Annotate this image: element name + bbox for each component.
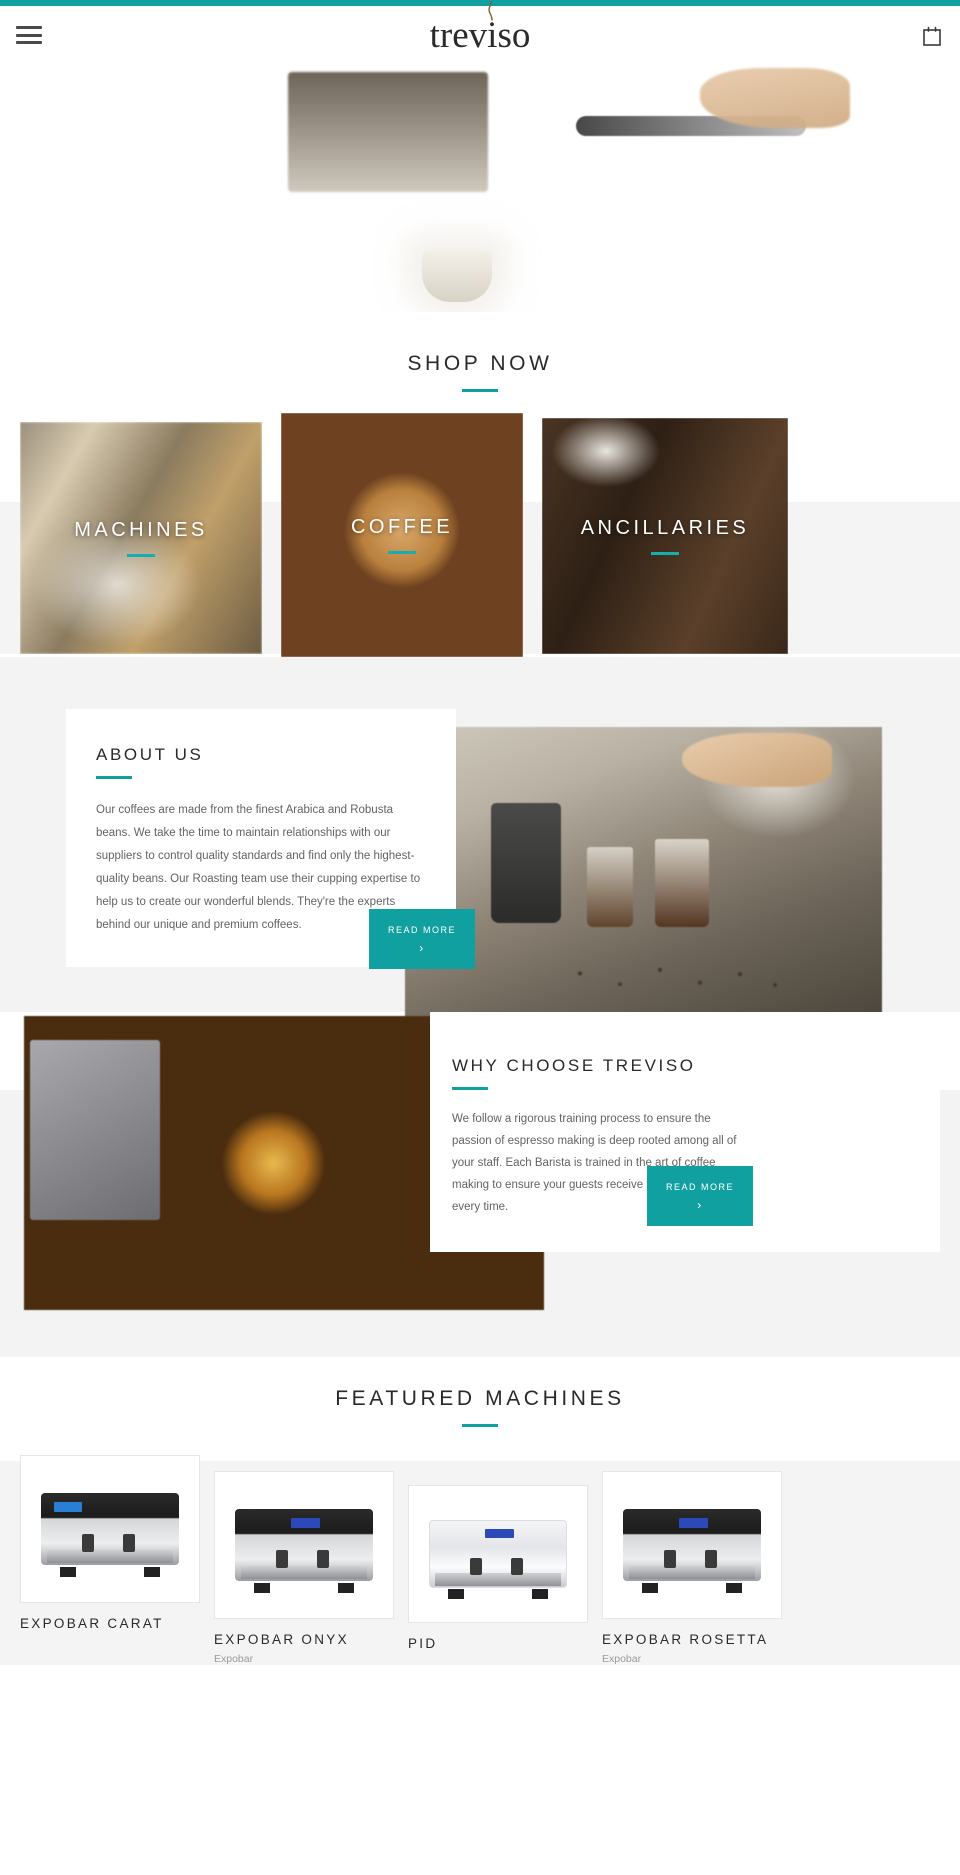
why-choose-section: WHY CHOOSE TREVISO We follow a rigorous … <box>0 1012 960 1357</box>
machine-display <box>485 1528 514 1539</box>
hero-machine-shape <box>288 72 488 192</box>
machine-drip-tray <box>435 1573 561 1586</box>
tile-rule <box>127 554 155 557</box>
machine-leg <box>532 1589 549 1599</box>
product-card-onyx[interactable]: EXPOBAR ONYX Expobar <box>214 1471 394 1665</box>
product-image <box>602 1471 782 1619</box>
tile-label-text: MACHINES <box>74 519 208 541</box>
tile-label-text: ANCILLARIES <box>580 517 750 539</box>
machine-display <box>291 1517 320 1528</box>
about-heading: ABOUT US <box>96 745 204 764</box>
product-image <box>20 1455 200 1603</box>
category-tile-machines[interactable]: MACHINES <box>20 422 262 654</box>
steam-swirl-icon <box>488 0 493 21</box>
product-title: EXPOBAR ONYX <box>214 1632 349 1647</box>
why-heading: WHY CHOOSE TREVISO <box>452 1056 696 1075</box>
about-beans-shape <box>555 959 805 995</box>
category-tiles: MACHINES COFFEE ANCILLARIES <box>0 392 960 657</box>
site-header: treviso <box>0 0 960 64</box>
hamburger-line <box>16 41 42 44</box>
about-read-more-wrapper: READ MORE › <box>369 909 475 969</box>
category-tile-ancillaries[interactable]: ANCILLARIES <box>542 418 788 654</box>
machine-display <box>53 1501 82 1512</box>
logo-text: treviso <box>429 14 531 56</box>
product-title: EXPOBAR ROSETTA <box>602 1632 769 1647</box>
shop-now-heading: SHOP NOW <box>407 352 553 375</box>
espresso-machine-icon <box>614 1488 771 1602</box>
product-vendor: Expobar <box>214 1653 254 1665</box>
machine-leg <box>59 1566 76 1577</box>
about-us-section: ABOUT US Our coffees are made from the f… <box>0 657 960 1017</box>
product-list: EXPOBAR CARAT EXPOBAR ONYX Expobar PID E… <box>0 1427 960 1665</box>
machine-drip-tray <box>47 1549 173 1564</box>
product-title: PID <box>408 1636 438 1651</box>
machine-leg <box>641 1582 658 1593</box>
shop-now-section: SHOP NOW MACHINES COFFEE ANCILLARIES <box>0 312 960 657</box>
about-glass-shape <box>587 847 633 927</box>
tile-rule <box>388 551 416 554</box>
espresso-machine-icon <box>32 1472 189 1586</box>
shopping-bag-icon[interactable] <box>922 24 942 46</box>
hamburger-line <box>16 33 42 37</box>
about-read-more-button[interactable]: READ MORE › <box>369 909 475 969</box>
product-card-pid[interactable]: PID <box>408 1485 588 1657</box>
hero-banner <box>0 64 960 312</box>
machine-portafilter <box>81 1533 95 1552</box>
product-vendor: Expobar <box>602 1653 642 1665</box>
product-image <box>214 1471 394 1619</box>
why-laptop-shape <box>30 1040 160 1220</box>
machine-leg <box>726 1582 743 1593</box>
why-read-more-wrapper: READ MORE › <box>647 1166 753 1226</box>
about-heading-rule <box>96 776 132 779</box>
machine-portafilter <box>122 1533 136 1552</box>
machine-leg <box>447 1589 464 1599</box>
machine-leg <box>253 1582 270 1593</box>
product-image <box>408 1485 588 1623</box>
why-read-more-label: READ MORE <box>665 1181 734 1192</box>
why-heading-rule <box>452 1087 488 1090</box>
chevron-right-icon: › <box>419 940 425 955</box>
machine-portafilter <box>275 1549 289 1568</box>
tile-label-text: COFFEE <box>350 516 454 538</box>
category-tile-label: MACHINES <box>20 519 262 557</box>
shop-tiles-wrapper: MACHINES COFFEE ANCILLARIES <box>0 392 960 657</box>
machine-portafilter <box>510 1558 524 1576</box>
espresso-machine-icon <box>226 1488 383 1602</box>
hero-hand-shape <box>700 68 850 128</box>
machine-display <box>679 1517 708 1528</box>
machine-drip-tray <box>241 1565 367 1580</box>
about-hand-shape <box>682 733 832 787</box>
chevron-right-icon: › <box>697 1197 703 1212</box>
product-card-rosetta[interactable]: EXPOBAR ROSETTA Expobar <box>602 1471 782 1665</box>
category-tile-label: ANCILLARIES <box>542 517 788 555</box>
machine-drip-tray <box>629 1565 755 1580</box>
machine-leg <box>144 1566 161 1577</box>
about-glass-shape <box>655 839 709 927</box>
machine-portafilter <box>469 1558 483 1576</box>
hamburger-menu-icon[interactable] <box>16 26 42 44</box>
about-jug-shape <box>491 803 561 923</box>
category-tile-coffee[interactable]: COFFEE <box>281 413 523 657</box>
hero-cup-shape <box>422 250 493 302</box>
tile-rule <box>651 552 679 555</box>
machine-portafilter <box>663 1549 677 1568</box>
espresso-machine-icon <box>420 1501 577 1607</box>
about-read-more-label: READ MORE <box>387 924 456 935</box>
site-logo[interactable]: treviso <box>429 0 531 56</box>
machine-leg <box>338 1582 355 1593</box>
product-title: EXPOBAR CARAT <box>20 1616 164 1631</box>
featured-machines-section: FEATURED MACHINES EXPOBAR CARAT EXPOBAR … <box>0 1357 960 1665</box>
about-image <box>405 727 882 1017</box>
product-card-carat[interactable]: EXPOBAR CARAT <box>20 1455 200 1637</box>
machine-portafilter <box>704 1549 718 1568</box>
hamburger-line <box>16 26 42 29</box>
category-tile-label: COFFEE <box>281 516 523 554</box>
why-read-more-button[interactable]: READ MORE › <box>647 1166 753 1226</box>
machine-portafilter <box>316 1549 330 1568</box>
featured-heading: FEATURED MACHINES <box>335 1387 625 1410</box>
